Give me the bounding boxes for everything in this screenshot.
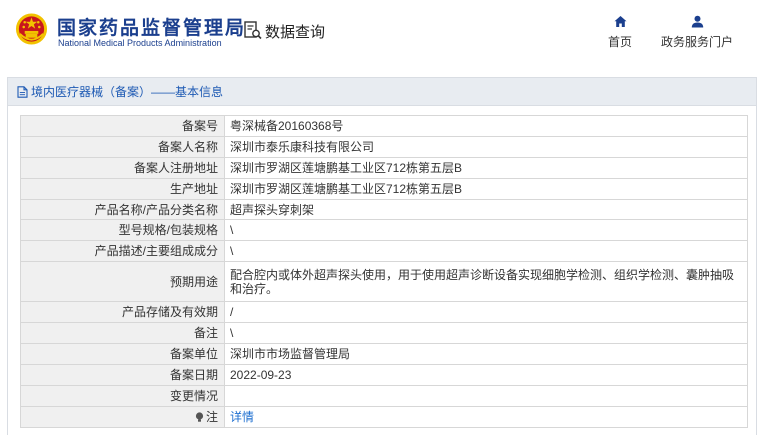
field-label: 型号规格/包装规格 <box>20 219 225 242</box>
field-label: 预期用途 <box>20 261 225 303</box>
nav-service-label: 政务服务门户 <box>660 35 733 49</box>
home-icon <box>614 16 626 27</box>
table-row: 备案号 粤深械备20160368号 <box>20 115 748 137</box>
lightbulb-icon <box>195 412 204 422</box>
field-value: / <box>224 301 748 324</box>
field-label: 备案单位 <box>20 343 225 365</box>
table-row: 备案日期 2022-09-23 <box>20 363 748 386</box>
field-value: 2022-09-23 <box>224 363 748 386</box>
table-row: 型号规格/包装规格 \ <box>20 219 748 242</box>
nav-home-label: 首页 <box>607 35 632 49</box>
field-value: \ <box>224 219 748 242</box>
table-row: 备注 \ <box>20 322 748 345</box>
field-label: 备案号 <box>20 115 225 137</box>
details-link[interactable]: 详情 <box>230 410 254 424</box>
page-title: 数据查询 <box>265 24 326 41</box>
table-row: 预期用途 配合腔内或体外超声探头使用，用于使用超声诊断设备实现细胞学检测、组织学… <box>20 261 748 303</box>
field-label: 备案人注册地址 <box>20 156 225 179</box>
panel-title: 境内医疗器械（备案）——基本信息 <box>31 85 224 99</box>
user-icon <box>691 15 703 28</box>
field-value: 深圳市市场监督管理局 <box>224 343 748 365</box>
field-label: 生产地址 <box>20 177 225 200</box>
table-row: 备案人名称 深圳市泰乐康科技有限公司 <box>20 135 748 158</box>
site-header: 国家药品监督管理局 National Medical Products Admi… <box>0 0 763 70</box>
table-row: 生产地址 深圳市罗湖区莲塘鹏基工业区712栋第五层B <box>20 177 748 200</box>
nav-service-portal-link[interactable]: 政务服务门户 <box>655 15 739 50</box>
field-value: \ <box>224 322 748 345</box>
field-value: 配合腔内或体外超声探头使用，用于使用超声诊断设备实现细胞学检测、组织学检测、囊肿… <box>224 261 748 303</box>
field-value: 粤深械备20160368号 <box>224 115 748 137</box>
field-label: 产品名称/产品分类名称 <box>20 198 225 221</box>
nav-home-link[interactable]: 首页 <box>605 15 635 50</box>
field-label: 备案人名称 <box>20 135 225 158</box>
field-value: 深圳市泰乐康科技有限公司 <box>224 135 748 158</box>
table-row: 注 详情 <box>20 405 748 428</box>
table-row: 产品存储及有效期 / <box>20 301 748 324</box>
table-row: 产品名称/产品分类名称 超声探头穿刺架 <box>20 198 748 221</box>
field-label: 备注 <box>20 322 225 345</box>
note-label-cell: 注 <box>20 405 225 428</box>
field-label: 注 <box>205 409 218 424</box>
field-label: 产品存储及有效期 <box>20 301 225 324</box>
field-label: 产品描述/主要组成成分 <box>20 240 225 263</box>
record-panel: 境内医疗器械（备案）——基本信息 备案号 粤深械备20160368号 备案人名称… <box>7 77 757 435</box>
field-value: 深圳市罗湖区莲塘鹏基工业区712栋第五层B <box>224 156 748 179</box>
table-row: 变更情况 <box>20 384 748 407</box>
document-icon <box>17 85 28 98</box>
national-emblem-icon <box>15 13 48 45</box>
record-detail-table: 备案号 粤深械备20160368号 备案人名称 深圳市泰乐康科技有限公司 备案人… <box>20 115 748 428</box>
detail-cell: 详情 <box>224 405 748 428</box>
field-label: 变更情况 <box>20 384 225 407</box>
field-value: 深圳市罗湖区莲塘鹏基工业区712栋第五层B <box>224 177 748 200</box>
table-row: 产品描述/主要组成成分 \ <box>20 240 748 263</box>
field-value: 超声探头穿刺架 <box>224 198 748 221</box>
field-value <box>224 384 748 407</box>
field-value: \ <box>224 240 748 263</box>
field-label: 备案日期 <box>20 363 225 386</box>
panel-header: 境内医疗器械（备案）——基本信息 <box>8 78 756 106</box>
table-row: 备案单位 深圳市市场监督管理局 <box>20 343 748 365</box>
table-row: 备案人注册地址 深圳市罗湖区莲塘鹏基工业区712栋第五层B <box>20 156 748 179</box>
data-query-icon <box>244 21 262 40</box>
logo-title-cn[interactable]: 国家药品监督管理局 <box>57 13 246 40</box>
logo-title-en[interactable]: National Medical Products Administration <box>58 38 222 48</box>
